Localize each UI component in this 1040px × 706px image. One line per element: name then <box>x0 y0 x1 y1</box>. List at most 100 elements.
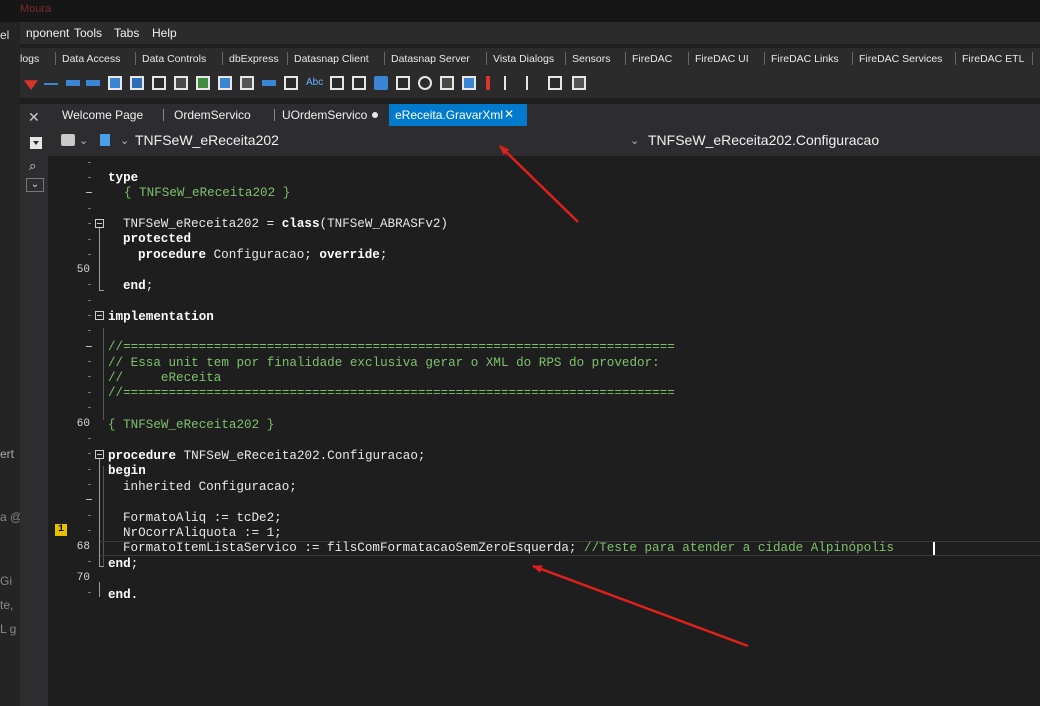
background-text: a @ <box>0 510 20 524</box>
unit-selector[interactable]: TNFSeW_eReceita202 <box>135 132 279 148</box>
palette-separator <box>1032 52 1033 65</box>
top-window-strip: Moura <box>0 0 1040 22</box>
component-palette-tabs: logs Data Access Data Controls dbExpress… <box>20 48 1040 70</box>
line-number: 68 <box>76 541 90 553</box>
palette-separator <box>55 52 56 65</box>
dbcombo-icon[interactable] <box>462 76 476 90</box>
palette-tab-data-controls[interactable]: Data Controls <box>142 53 206 65</box>
list-view-icon[interactable] <box>218 76 232 90</box>
palette-tab-sensors[interactable]: Sensors <box>572 53 611 65</box>
method-selector[interactable]: TNFSeW_eReceita202.Configuracao <box>648 132 879 148</box>
gutter-dot <box>88 376 91 377</box>
menu-component[interactable]: nponent <box>26 26 69 40</box>
dblistbox-icon[interactable] <box>440 76 454 90</box>
panel-icon[interactable] <box>548 76 562 90</box>
palette-tab-dialogs[interactable]: logs <box>20 53 39 65</box>
tab-welcome-page[interactable]: Welcome Page <box>62 104 143 126</box>
richedit-icon[interactable] <box>152 76 166 90</box>
code-line: protected <box>123 232 192 246</box>
palette-tab-firedac-services[interactable]: FireDAC Services <box>859 53 942 65</box>
navigator-icon[interactable] <box>284 76 298 90</box>
tab-separator <box>163 109 164 121</box>
fold-guide-line <box>99 290 104 291</box>
palette-tab-firedac-links[interactable]: FireDAC Links <box>771 53 839 65</box>
tab-uordemservico[interactable]: UOrdemServico <box>282 104 367 126</box>
line-number: 60 <box>76 418 90 430</box>
scrollbar-icon[interactable] <box>486 76 490 90</box>
palette-tab-firedac-ui[interactable]: FireDAC UI <box>695 53 749 65</box>
palette-tab-datasnap-server[interactable]: Datasnap Server <box>391 53 470 65</box>
dropdown-box-icon[interactable] <box>30 137 42 149</box>
pointer-arrow-icon[interactable] <box>24 80 38 90</box>
background-text: ert <box>0 447 15 461</box>
palette-separator <box>135 52 136 65</box>
ok-button-icon[interactable] <box>374 76 388 90</box>
dbmemo-icon[interactable] <box>352 76 366 90</box>
background-text: te, <box>0 598 14 612</box>
listbox-icon[interactable] <box>130 76 144 90</box>
fold-toggle-icon[interactable] <box>95 311 104 320</box>
code-line: TNFSeW_eReceita202 = class(TNFSeW_ABRASF… <box>123 217 448 231</box>
code-line: { TNFSeW_eReceita202 } <box>108 418 275 432</box>
fold-guide-line <box>99 228 100 290</box>
line-number: 50 <box>76 264 90 276</box>
menu-tools[interactable]: Tools <box>74 26 102 40</box>
gutter-dash <box>86 346 92 347</box>
grid-icon[interactable] <box>196 76 210 90</box>
bookmark-icon[interactable]: 1 <box>55 524 67 536</box>
palette-tab-data-access[interactable]: Data Access <box>62 53 120 65</box>
search-icon[interactable]: ⌕ <box>29 158 36 174</box>
fold-toggle-icon[interactable] <box>95 219 104 228</box>
groupbox-icon[interactable] <box>504 76 518 90</box>
close-tab-icon[interactable]: ✕ <box>504 107 514 121</box>
action-list-icon[interactable] <box>572 76 586 90</box>
chevron-down-icon[interactable]: ⌄ <box>79 134 88 147</box>
code-editor[interactable]: 50 60 1 68 70 type { TNFSeW_eReceita202 … <box>48 156 1040 706</box>
image-icon[interactable] <box>240 76 254 90</box>
palette-tab-firedac-etl[interactable]: FireDAC ETL <box>962 53 1024 65</box>
chevron-down-icon[interactable]: ⌄ <box>630 134 639 147</box>
close-icon[interactable]: ✕ <box>28 109 40 126</box>
palette-tab-firedac[interactable]: FireDAC <box>632 53 672 65</box>
chevron-down-icon[interactable]: ⌄ <box>120 134 129 147</box>
palette-tab-vista-dialogs[interactable]: Vista Dialogs <box>493 53 554 65</box>
fold-toggle-icon[interactable] <box>95 450 104 459</box>
memo-icon[interactable] <box>108 76 122 90</box>
gutter-dot <box>88 330 91 331</box>
text-icon[interactable]: Abc <box>306 77 323 91</box>
splitter-icon[interactable] <box>44 83 58 85</box>
code-line: // Essa unit tem por finalidade exclusiv… <box>108 356 660 370</box>
palette-separator <box>625 52 626 65</box>
gutter-dot <box>88 223 91 224</box>
chevron-down-icon[interactable]: ⌄ <box>26 178 44 192</box>
radio-button-icon[interactable] <box>418 76 432 90</box>
checkbox-icon[interactable] <box>396 76 410 90</box>
masked-edit-icon[interactable] <box>86 80 100 86</box>
background-text: Gi <box>0 574 12 588</box>
tab-ordemservico[interactable]: OrdemServico <box>174 104 251 126</box>
gutter-dot <box>88 300 91 301</box>
edit-component-icon[interactable] <box>66 80 80 86</box>
palette-tab-datasnap-client[interactable]: Datasnap Client <box>294 53 369 65</box>
combo-icon[interactable] <box>262 80 276 86</box>
label-icon[interactable] <box>174 76 188 90</box>
background-text: L g <box>0 622 17 636</box>
class-icon[interactable] <box>100 134 110 146</box>
palette-separator <box>565 52 566 65</box>
code-line: end; <box>108 557 139 571</box>
unit-icon[interactable] <box>61 134 75 146</box>
gutter-dash <box>86 192 92 193</box>
menu-help[interactable]: Help <box>152 26 177 40</box>
gutter-dot <box>88 469 91 470</box>
dblabel-icon[interactable] <box>330 76 344 90</box>
fold-guide-line <box>99 566 104 567</box>
code-line: procedure Configuracao; override; <box>138 248 388 262</box>
radiogroup-icon[interactable] <box>526 76 540 90</box>
code-line: { TNFSeW_eReceita202 } <box>124 186 291 200</box>
menu-bar: nponent Tools Tabs Help <box>20 22 1040 44</box>
text-cursor <box>933 542 935 555</box>
unsaved-dot-icon[interactable] <box>372 112 378 118</box>
gutter-dot <box>88 315 91 316</box>
palette-tab-dbexpress[interactable]: dbExpress <box>229 53 279 65</box>
menu-tabs[interactable]: Tabs <box>114 26 139 40</box>
